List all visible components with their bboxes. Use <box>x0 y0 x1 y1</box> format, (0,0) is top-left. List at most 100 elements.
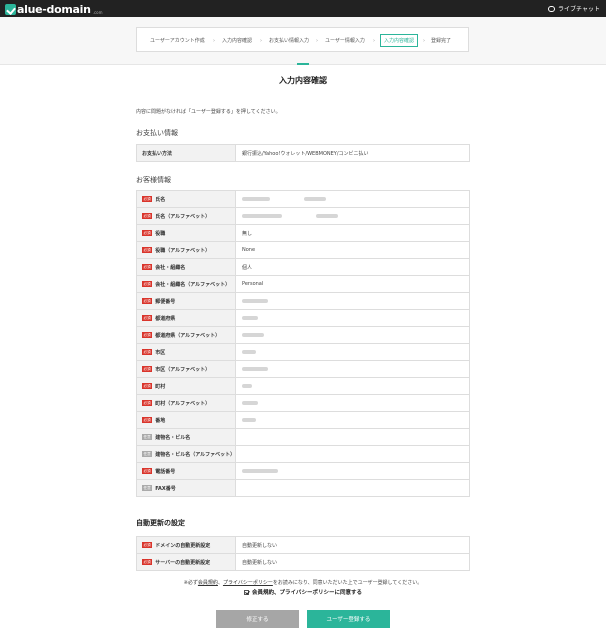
row-label: 必須 郵便番号 <box>136 293 236 309</box>
livechat-link[interactable]: ライブチャット <box>548 4 600 13</box>
table-row: 必須 氏名（アルファベット） <box>136 208 470 225</box>
row-value: 無し <box>236 225 470 241</box>
row-value <box>236 310 470 326</box>
payment-heading: お支払い情報 <box>136 129 178 137</box>
table-row: 任意 建物名・ビル名 <box>136 429 470 446</box>
row-label-text: 役職 <box>155 230 166 237</box>
agree-checkbox[interactable] <box>244 589 250 595</box>
table-row: 必須 役職（アルファベット） None <box>136 242 470 259</box>
row-label: 必須 市区（アルファベット） <box>136 361 236 377</box>
table-row: 必須 町村 <box>136 378 470 395</box>
row-value: 自動更新しない <box>236 554 470 570</box>
redacted-value <box>242 418 256 422</box>
row-value <box>236 293 470 309</box>
row-label-text: 氏名（アルファベット） <box>155 213 211 220</box>
row-label: 任意 建物名・ビル名（アルファベット） <box>136 446 236 462</box>
required-badge: 必須 <box>142 196 153 202</box>
table-row: 必須 電話番号 <box>136 463 470 480</box>
required-badge: 必須 <box>142 542 153 548</box>
agree-checkbox-row[interactable]: 会員規約、プライバシーポリシーに同意する <box>0 588 606 596</box>
optional-badge: 任意 <box>142 434 153 440</box>
row-label-text: ドメインの自動更新設定 <box>155 542 211 549</box>
intro-text: 内容に問題がなければ「ユーザー登録する」を押してください。 <box>136 109 281 115</box>
customer-table: 必須 氏名 必須 氏名（アルファベット） 必須 役職 無し 必須 役職（アルファベット） None… <box>136 190 470 497</box>
row-label-text: 郵便番号 <box>155 298 176 305</box>
row-label: 必須 氏名（アルファベット） <box>136 208 236 224</box>
table-row: 必須 会社・組織名 個人 <box>136 259 470 276</box>
row-label-text: 建物名・ビル名（アルファベット） <box>155 451 236 458</box>
optional-badge: 任意 <box>142 485 153 491</box>
row-label: 必須 市区 <box>136 344 236 360</box>
row-label: 必須 電話番号 <box>136 463 236 479</box>
step-6: 登録完了 <box>431 38 452 44</box>
row-value: 銀行振込/Yahoo!ウォレット/WEBMONEY/コンビニ払い <box>236 145 470 161</box>
redacted-value <box>242 299 268 303</box>
required-badge: 必須 <box>142 366 153 372</box>
step-indicator: ユーザーアカウント作成 › 入力内容確認 › お支払い情報入力 › ユーザー情報… <box>136 27 469 52</box>
table-row: 必須 郵便番号 <box>136 293 470 310</box>
required-badge: 必須 <box>142 349 153 355</box>
logo-check-icon <box>5 4 16 15</box>
row-label: 必須 サーバーの自動更新設定 <box>136 554 236 570</box>
step-separator: › <box>260 38 262 44</box>
progress-bar-area: ユーザーアカウント作成 › 入力内容確認 › お支払い情報入力 › ユーザー情報… <box>0 17 606 65</box>
required-badge: 必須 <box>142 559 153 565</box>
required-badge: 必須 <box>142 230 153 236</box>
register-user-button[interactable]: ユーザー登録する <box>307 610 390 628</box>
row-value <box>236 446 470 462</box>
chat-bubble-icon <box>548 5 556 12</box>
redacted-value <box>242 333 264 337</box>
required-badge: 必須 <box>142 417 153 423</box>
step-separator: › <box>423 38 425 44</box>
required-badge: 必須 <box>142 213 153 219</box>
row-label-text: サーバーの自動更新設定 <box>155 559 211 566</box>
row-label-text: 建物名・ビル名 <box>155 434 191 441</box>
redacted-value <box>242 214 282 218</box>
step-1: ユーザーアカウント作成 <box>150 38 205 44</box>
row-label-text: 市区 <box>155 349 166 356</box>
row-label: 必須 氏名 <box>136 191 236 207</box>
row-label: 必須 都道府県（アルファベット） <box>136 327 236 343</box>
row-value: None <box>236 242 470 258</box>
row-value <box>236 191 470 207</box>
row-value <box>236 480 470 496</box>
table-row: 必須 市区（アルファベット） <box>136 361 470 378</box>
edit-button[interactable]: 修正する <box>216 610 299 628</box>
row-value <box>236 378 470 394</box>
row-label-text: 町村 <box>155 383 166 390</box>
customer-heading: お客様情報 <box>136 176 171 184</box>
row-label: 必須 町村 <box>136 378 236 394</box>
table-row: 必須 番地 <box>136 412 470 429</box>
row-label: 任意 建物名・ビル名 <box>136 429 236 445</box>
required-badge: 必須 <box>142 468 153 474</box>
optional-badge: 任意 <box>142 451 153 457</box>
terms-notice: ※必ず会員規約、プライバシーポリシーをお読みになり、同意いただいた上でユーザー登… <box>0 579 606 586</box>
row-label: 必須 町村（アルファベット） <box>136 395 236 411</box>
row-value <box>236 327 470 343</box>
notice-prefix: ※必ず <box>183 580 198 586</box>
redacted-value <box>242 469 278 473</box>
value-domain-logo[interactable]: alue-domain .com <box>5 2 103 15</box>
auto-renew-heading: 自動更新の設定 <box>136 519 185 527</box>
step-4: ユーザー情報入力 <box>325 38 365 44</box>
step-3: お支払い情報入力 <box>269 38 310 44</box>
table-row: 必須 ドメインの自動更新設定 自動更新しない <box>136 537 470 554</box>
required-badge: 必須 <box>142 247 153 253</box>
terms-link[interactable]: 会員規約 <box>198 580 218 586</box>
row-label: 必須 役職 <box>136 225 236 241</box>
table-row: 必須 都道府県（アルファベット） <box>136 327 470 344</box>
row-value <box>236 412 470 428</box>
redacted-value <box>242 316 258 320</box>
row-label-text: 役職（アルファベット） <box>155 247 211 254</box>
row-label: お支払い方法 <box>136 145 236 161</box>
step-separator: › <box>213 38 215 44</box>
step-separator: › <box>316 38 318 44</box>
table-row: 必須 市区 <box>136 344 470 361</box>
required-badge: 必須 <box>142 332 153 338</box>
privacy-policy-link[interactable]: プライバシーポリシー <box>223 580 273 586</box>
row-label: 必須 ドメインの自動更新設定 <box>136 537 236 553</box>
agree-label: 会員規約、プライバシーポリシーに同意する <box>252 590 362 596</box>
row-value: Personal <box>236 276 470 292</box>
table-row: 必須 氏名 <box>136 191 470 208</box>
row-label: 必須 会社・組織名 <box>136 259 236 275</box>
